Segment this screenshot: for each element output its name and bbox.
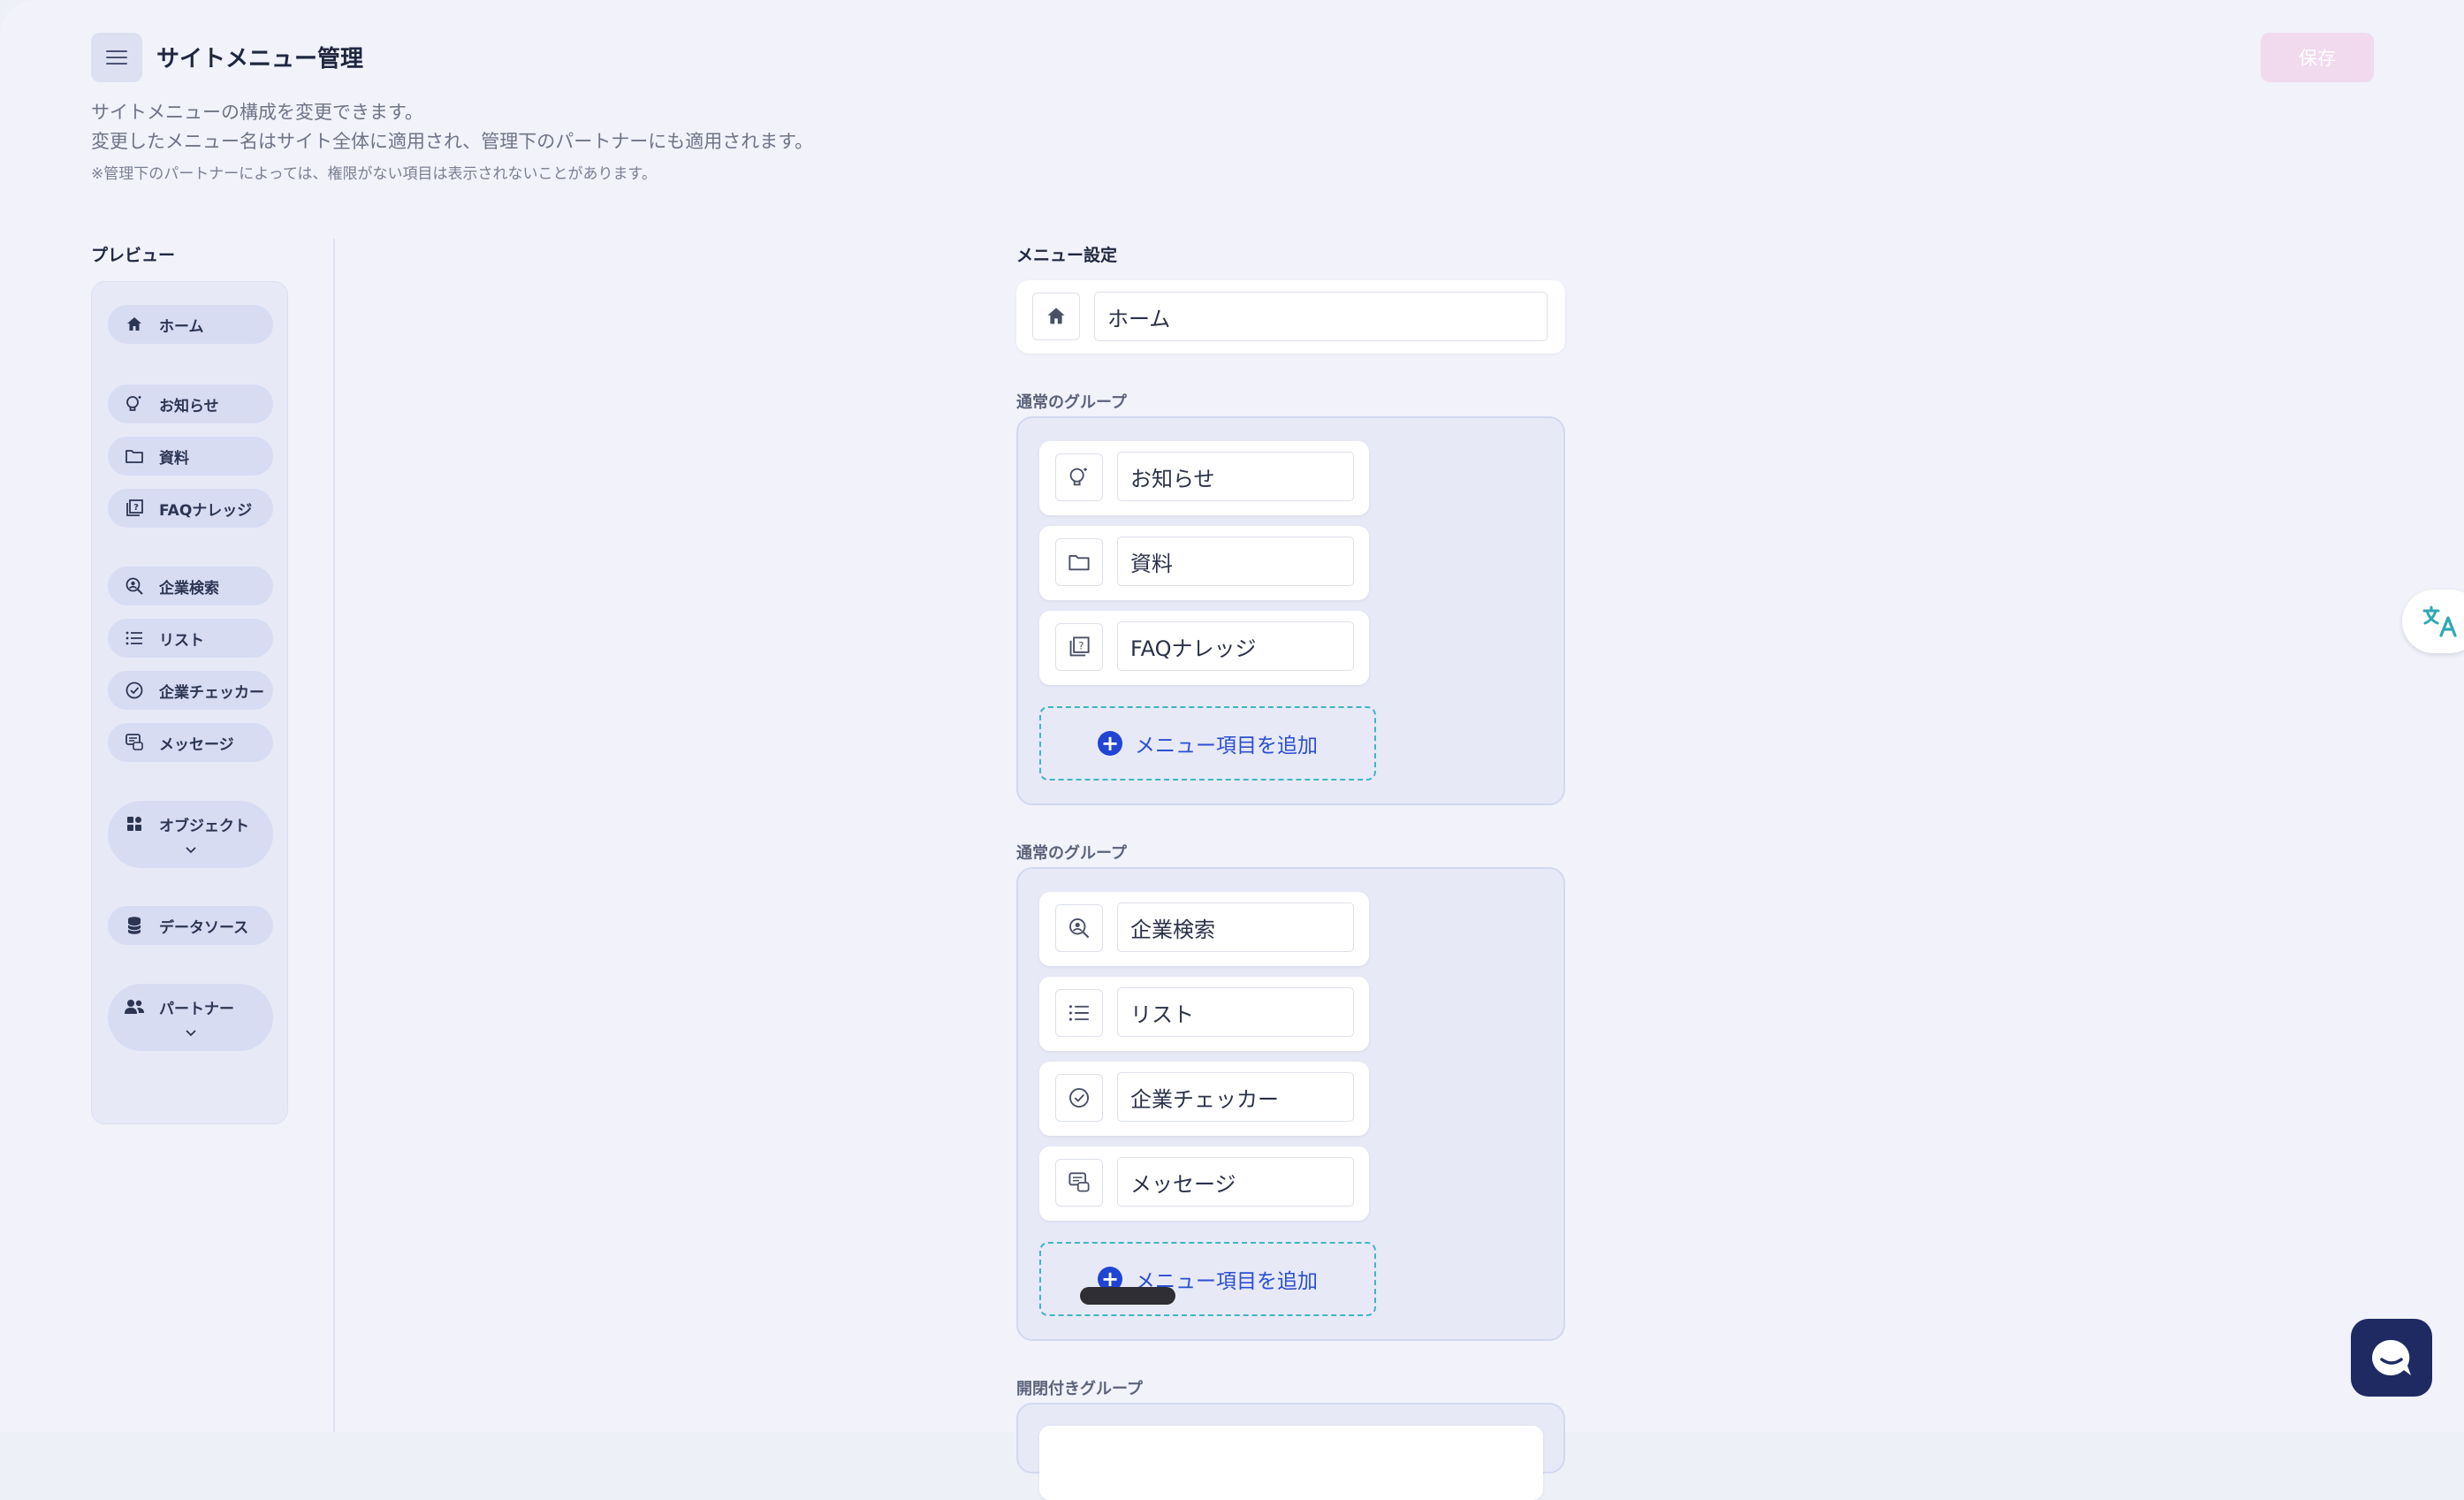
preview-item-faq[interactable]: ? FAQナレッジ [108,489,273,528]
message-icon [124,732,145,753]
menu-item-card[interactable] [1039,1426,1543,1500]
chevron-down-icon [108,841,273,859]
icon-picker[interactable] [1055,1159,1103,1207]
home-icon [124,314,145,335]
home-menu-card: ホーム [1016,280,1565,354]
preview-item-label: オブジェクト [159,818,249,835]
preview-item-partner[interactable]: パートナー [108,984,273,1051]
add-menu-item-button[interactable]: + メニュー項目を追加 [1039,1242,1376,1316]
preview-item-label: FAQナレッジ [159,501,253,520]
message-icon [1068,1172,1090,1192]
menu-item-card[interactable]: 資料 [1039,526,1369,600]
preview-item-home[interactable]: ホーム [108,305,273,344]
menu-item-name-input[interactable]: メッセージ [1117,1157,1354,1207]
list-icon [1068,1005,1089,1021]
database-icon [124,915,145,936]
menu-settings-heading: メニュー設定 [1016,246,1118,265]
translate-button[interactable] [2402,590,2464,653]
menu-item-name-input[interactable]: 企業検索 [1117,902,1354,952]
plus-circle-icon: + [1098,731,1122,756]
bulb-icon [124,393,145,415]
preview-item-company-checker[interactable]: 企業チェッカー [108,671,273,710]
menu-item-card[interactable]: リスト [1039,977,1369,1051]
preview-item-label: データソース [159,918,249,937]
preview-item-label: 企業チェッカー [159,683,264,702]
home-icon [1047,308,1065,324]
menu-item-name-input[interactable]: 企業チェッカー [1117,1072,1354,1122]
people-icon [124,996,145,1017]
hamburger-menu-button[interactable] [91,33,142,82]
preview-item-objects[interactable]: オブジェクト [108,801,273,868]
company-search-icon [1069,918,1090,939]
hamburger-icon [106,50,127,65]
preview-item-message[interactable]: メッセージ [108,723,273,762]
menu-item-card[interactable]: 企業チェッカー [1039,1062,1369,1136]
preview-item-news[interactable]: お知らせ [108,385,273,423]
preview-item-label: パートナー [159,1001,234,1018]
add-menu-item-label: メニュー項目を追加 [1135,735,1318,758]
translate-icon [2422,605,2457,637]
add-menu-item-button[interactable]: + メニュー項目を追加 [1039,706,1376,780]
page: サイトメニュー管理 サイトメニューの構成を変更できます。 変更したメニュー名はサ… [0,0,2464,1500]
description-line-2: 変更したメニュー名はサイト全体に適用され、管理下のパートナーにも適用されます。 [91,131,814,152]
save-button[interactable]: 保存 [2261,33,2374,82]
preview-item-company-search[interactable]: 企業検索 [108,567,273,605]
icon-picker[interactable]: ? [1055,623,1103,671]
drag-handle[interactable] [1080,1287,1175,1305]
menu-item-name-input[interactable]: 資料 [1117,537,1354,586]
faq-icon: ? [124,498,145,519]
menu-item-card[interactable]: メッセージ [1039,1146,1369,1221]
chat-button[interactable] [2351,1319,2432,1397]
chevron-down-icon [108,1024,273,1042]
group-label: 通常のグループ [1016,844,1127,863]
menu-item-name-input[interactable]: お知らせ [1117,452,1354,501]
preview-item-label: 資料 [159,449,189,468]
preview-item-label: 企業検索 [159,579,219,598]
preview-item-label: お知らせ [159,397,219,415]
menu-group-3 [1016,1403,1565,1500]
menu-item-name-input[interactable]: FAQナレッジ [1117,621,1354,671]
check-circle-icon [1069,1088,1089,1108]
svg-text:?: ? [1078,639,1084,651]
bulb-icon [1069,468,1087,486]
preview-item-documents[interactable]: 資料 [108,437,273,476]
preview-item-data-source[interactable]: データソース [108,906,273,945]
column-divider [333,239,335,1432]
menu-item-name-input[interactable]: リスト [1117,987,1354,1037]
chat-icon [2372,1339,2411,1375]
grid-icon [124,813,145,834]
preview-item-label: リスト [159,631,204,650]
svg-text:?: ? [133,503,139,513]
group-label: 開閉付きグループ [1016,1380,1143,1398]
home-icon-picker[interactable] [1032,293,1080,340]
permission-note: ※管理下のパートナーによっては、権限がない項目は表示されないことがあります。 [91,165,657,183]
page-title: サイトメニュー管理 [156,46,364,72]
menu-item-card[interactable]: 企業検索 [1039,892,1369,966]
preview-item-list[interactable]: リスト [108,619,273,658]
folder-icon [124,445,145,467]
company-search-icon [124,575,145,597]
icon-picker[interactable] [1055,538,1103,586]
preview-heading: プレビュー [91,246,176,265]
menu-item-card[interactable]: お知らせ [1039,441,1369,515]
faq-icon: ? [1069,636,1090,657]
icon-picker[interactable] [1055,453,1103,501]
preview-item-label: メッセージ [159,735,234,754]
preview-item-label: ホーム [159,317,204,336]
menu-item-card[interactable]: ? FAQナレッジ [1039,611,1369,685]
menu-group-2: 企業検索 リスト 企業チェッカー メッセージ + メニュー項目を追加 [1016,867,1565,1341]
icon-picker[interactable] [1055,904,1103,952]
list-icon [124,628,145,649]
menu-group-1: お知らせ 資料 ? FAQナレッジ + メニュー項目を追加 [1016,416,1565,805]
group-label: 通常のグループ [1016,393,1127,412]
icon-picker[interactable] [1055,1074,1103,1122]
icon-picker[interactable] [1055,989,1103,1037]
preview-panel: ホーム お知らせ 資料 ? FAQナレッジ 企業検索 リスト 企業チェッカー メ [91,281,288,1124]
home-name-input[interactable]: ホーム [1094,292,1548,341]
description-line-1: サイトメニューの構成を変更できます。 [91,102,423,123]
check-circle-icon [124,680,145,701]
folder-icon [1068,554,1090,571]
